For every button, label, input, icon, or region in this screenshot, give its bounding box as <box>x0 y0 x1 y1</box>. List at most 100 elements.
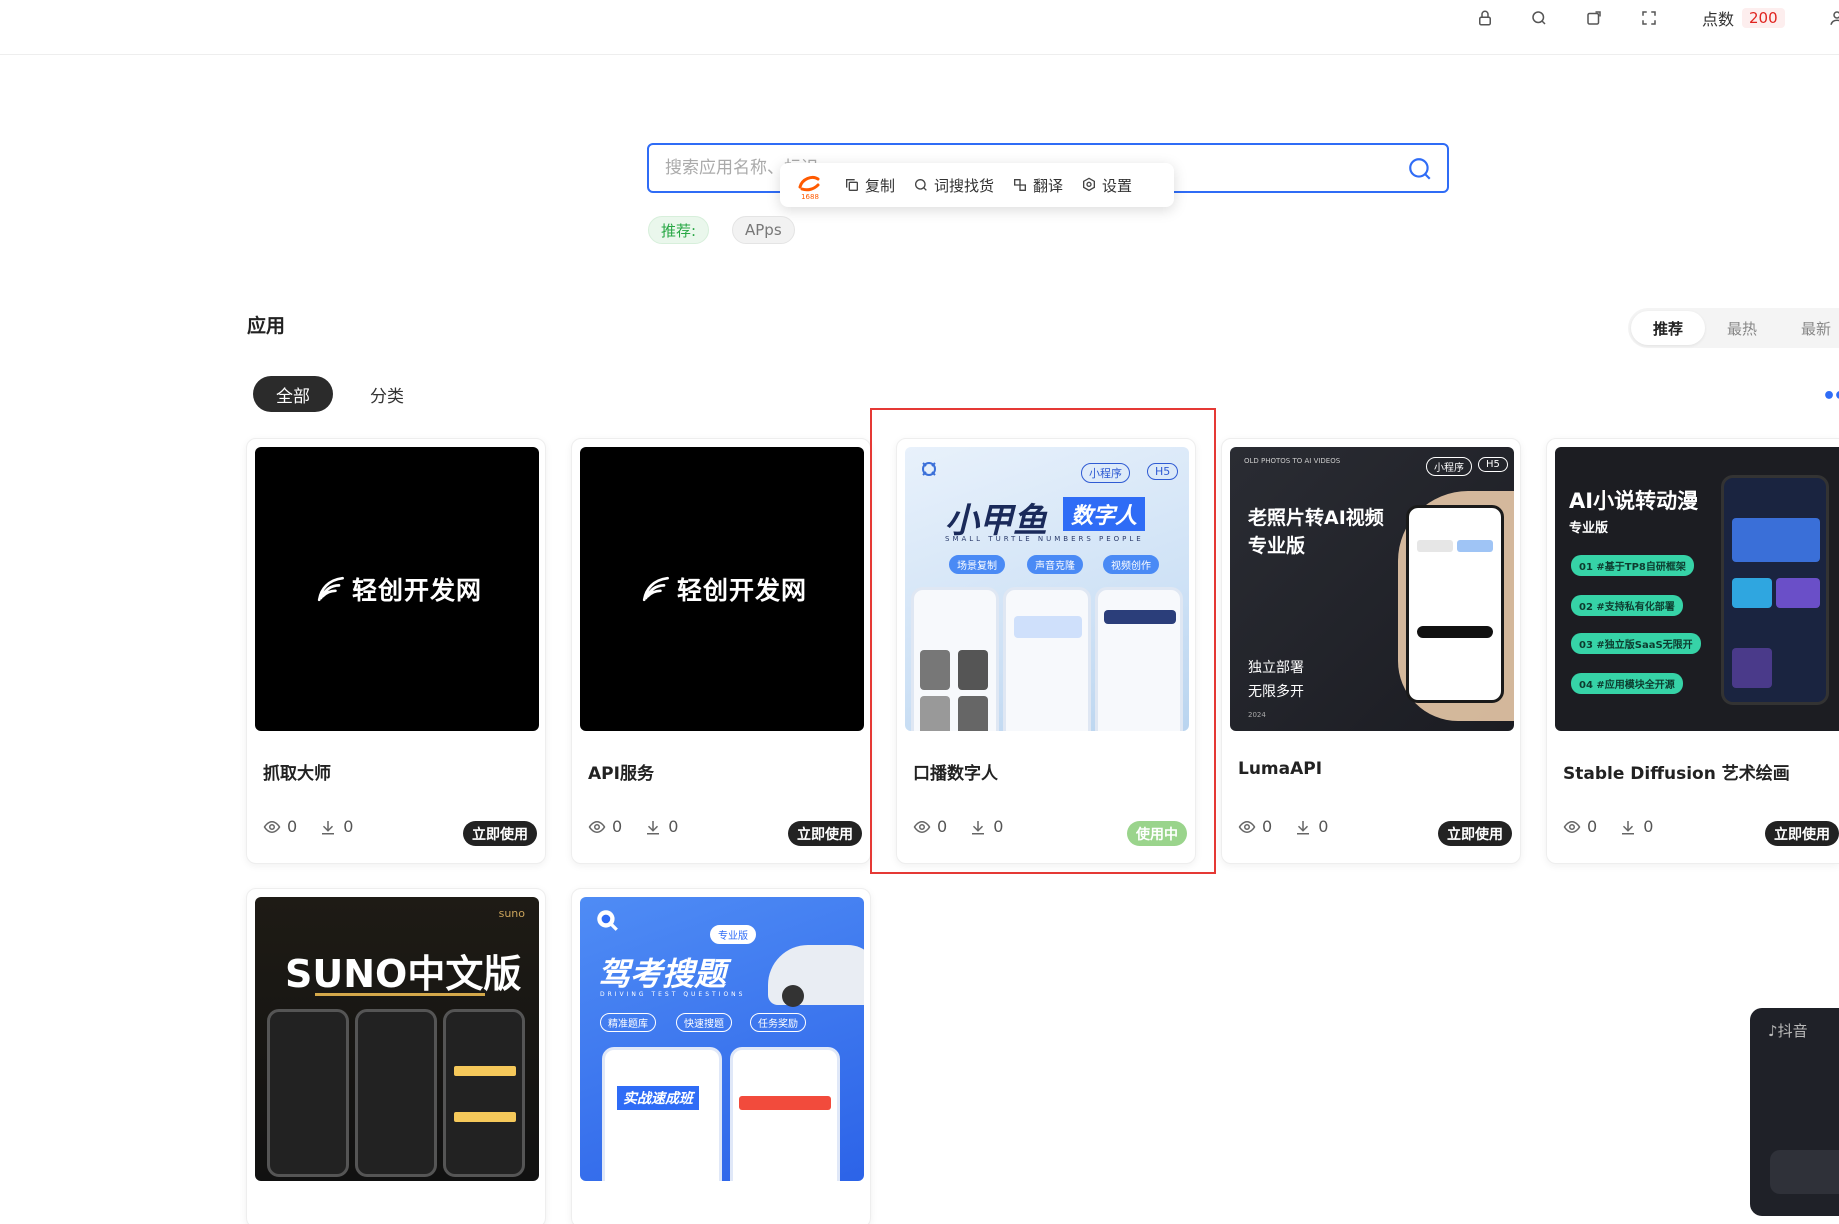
feature-tag: 快速搜题 <box>676 1013 732 1032</box>
feature-tag: 场景复制 <box>949 555 1005 574</box>
use-now-button[interactable]: 立即使用 <box>463 821 537 846</box>
1688-logo-icon[interactable]: 1688 <box>794 169 826 201</box>
app-thumbnail: 轻创开发网 <box>580 447 864 731</box>
phone-mockup <box>730 1047 840 1181</box>
feature-tag: 03 #独立版SaaS无限开 <box>1571 633 1701 654</box>
thumb-headline: 老照片转AI视频 <box>1248 507 1384 529</box>
eye-icon <box>1563 820 1581 833</box>
tag-apps[interactable]: APps <box>732 216 795 244</box>
app-card-luma-api[interactable]: OLD PHOTOS TO AI VIDEOS 小程序 H5 老照片转AI视频 … <box>1221 438 1521 864</box>
app-card-suno[interactable]: suno SUNO中文版 <box>246 888 546 1224</box>
download-icon <box>1297 820 1310 834</box>
app-stats: 0 0 <box>263 817 353 836</box>
view-count: 0 <box>1262 817 1273 836</box>
app-card-digital-human[interactable]: 小程序 H5 小甲鱼 数字人 SMALL TURTLE NUMBERS PEOP… <box>896 438 1196 864</box>
selection-toolbar: 1688 复制 词搜找货 翻译 设置 <box>780 163 1174 207</box>
phone-mockup <box>1721 475 1829 705</box>
search-icon[interactable] <box>1407 156 1433 182</box>
use-now-button[interactable]: 立即使用 <box>1438 821 1512 846</box>
share-icon[interactable] <box>1583 7 1605 29</box>
download-icon <box>647 820 660 834</box>
thumb-headline: 驾考搜题 <box>598 955 727 993</box>
copy-icon <box>846 179 858 191</box>
translate-icon <box>1014 179 1027 191</box>
view-count: 0 <box>612 817 623 836</box>
filter-category[interactable]: 分类 <box>370 376 404 412</box>
user-icon[interactable] <box>1826 7 1839 29</box>
phone-mockup <box>1095 587 1183 731</box>
use-now-button[interactable]: 立即使用 <box>788 821 862 846</box>
download-count: 0 <box>668 817 679 836</box>
view-count: 0 <box>287 817 298 836</box>
thumb-headline: SUNO中文版 <box>285 952 522 996</box>
brand-text: 轻创开发网 <box>676 576 807 605</box>
translate-button[interactable]: 翻译 <box>1012 175 1063 196</box>
sort-tab-new[interactable]: 最新 <box>1779 311 1839 345</box>
phone-mockup <box>355 1009 437 1177</box>
use-now-button[interactable]: 立即使用 <box>1765 821 1839 846</box>
settings-button[interactable]: 设置 <box>1081 175 1132 196</box>
brand-text: 轻创开发网 <box>351 576 482 605</box>
copy-label: 复制 <box>865 176 896 195</box>
phone-mockup <box>911 587 999 731</box>
download-icon <box>972 820 985 834</box>
in-use-button[interactable]: 使用中 <box>1127 821 1187 846</box>
douyin-widget[interactable]: ♪抖音 <box>1750 1008 1839 1216</box>
feature-tag: 04 #应用模块全开源 <box>1571 673 1683 694</box>
view-count: 0 <box>937 817 948 836</box>
turtle-logo-icon <box>922 462 936 476</box>
lock-icon[interactable] <box>1474 7 1496 29</box>
download-count: 0 <box>993 817 1004 836</box>
svg-text:1688: 1688 <box>801 193 819 201</box>
download-count: 0 <box>1318 817 1329 836</box>
thumb-subtitle: SMALL TURTLE NUMBERS PEOPLE <box>945 535 1144 543</box>
view-count: 0 <box>1587 817 1598 836</box>
douyin-label: ♪抖音 <box>1768 1022 1808 1040</box>
phone-mockup <box>267 1009 349 1177</box>
car-graphic <box>768 945 864 1007</box>
app-card-api-service[interactable]: 轻创开发网 API服务 0 0 立即使用 <box>571 438 871 864</box>
feature-tag: 视频创作 <box>1103 555 1159 574</box>
sort-tab-recommend[interactable]: 推荐 <box>1631 311 1706 345</box>
points-display[interactable]: 点数 200 <box>1702 6 1785 30</box>
search-icon[interactable] <box>1528 7 1550 29</box>
phone-mockup <box>1406 505 1504 703</box>
top-bar: 点数 200 <box>0 0 1839 55</box>
settings-icon <box>1083 177 1096 192</box>
recommend-label: 推荐: <box>648 216 710 244</box>
sort-tabs: 推荐 最热 最新 <box>1628 308 1839 348</box>
feature-tag: 02 #支持私有化部署 <box>1571 595 1683 616</box>
tag-miniapp: 小程序 <box>1426 457 1472 476</box>
fullscreen-icon[interactable] <box>1638 7 1660 29</box>
app-card-stable-diffusion[interactable]: AI小说转动漫 专业版 01 #基于TP8自研框架 02 #支持私有化部署 03… <box>1546 438 1839 864</box>
settings-label: 设置 <box>1102 176 1133 195</box>
filter-all[interactable]: 全部 <box>253 376 333 412</box>
thumb-subtitle: DRIVING TEST QUESTIONS <box>600 991 746 998</box>
download-count: 0 <box>343 817 354 836</box>
app-title: 抓取大师 <box>263 764 331 784</box>
thumb-corner: suno <box>498 907 525 920</box>
brand-logo-icon <box>317 576 344 602</box>
app-card-grab-master[interactable]: 轻创开发网 抓取大师 0 0 立即使用 <box>246 438 546 864</box>
more-dots-icon[interactable]: •• <box>1822 384 1839 409</box>
brand-logo-icon <box>642 576 669 602</box>
tag-pro: 专业版 <box>710 925 756 944</box>
thumb-line-1: 独立部署 <box>1248 660 1304 676</box>
app-thumbnail: 专业版 驾考搜题 DRIVING TEST QUESTIONS 精准题库 快速搜… <box>580 897 864 1181</box>
app-stats: 0 0 <box>1563 817 1653 836</box>
search-goods-button[interactable]: 词搜找货 <box>913 175 994 196</box>
thumb-top-text: OLD PHOTOS TO AI VIDEOS <box>1244 457 1341 465</box>
eye-icon <box>588 820 606 833</box>
phone-mockup <box>443 1009 525 1177</box>
search-goods-label: 词搜找货 <box>934 176 995 195</box>
translate-label: 翻译 <box>1033 176 1064 195</box>
douyin-slot[interactable] <box>1770 1150 1839 1194</box>
app-card-driving-test[interactable]: 专业版 驾考搜题 DRIVING TEST QUESTIONS 精准题库 快速搜… <box>571 888 871 1224</box>
tag-h5: H5 <box>1478 457 1508 472</box>
sort-tab-hot[interactable]: 最热 <box>1705 311 1779 345</box>
copy-button[interactable]: 复制 <box>844 175 895 196</box>
feature-tag: 精准题库 <box>600 1013 656 1032</box>
tag-miniapp: 小程序 <box>1081 463 1130 483</box>
section-title: 应用 <box>247 315 286 337</box>
app-stats: 0 0 <box>913 817 1003 836</box>
